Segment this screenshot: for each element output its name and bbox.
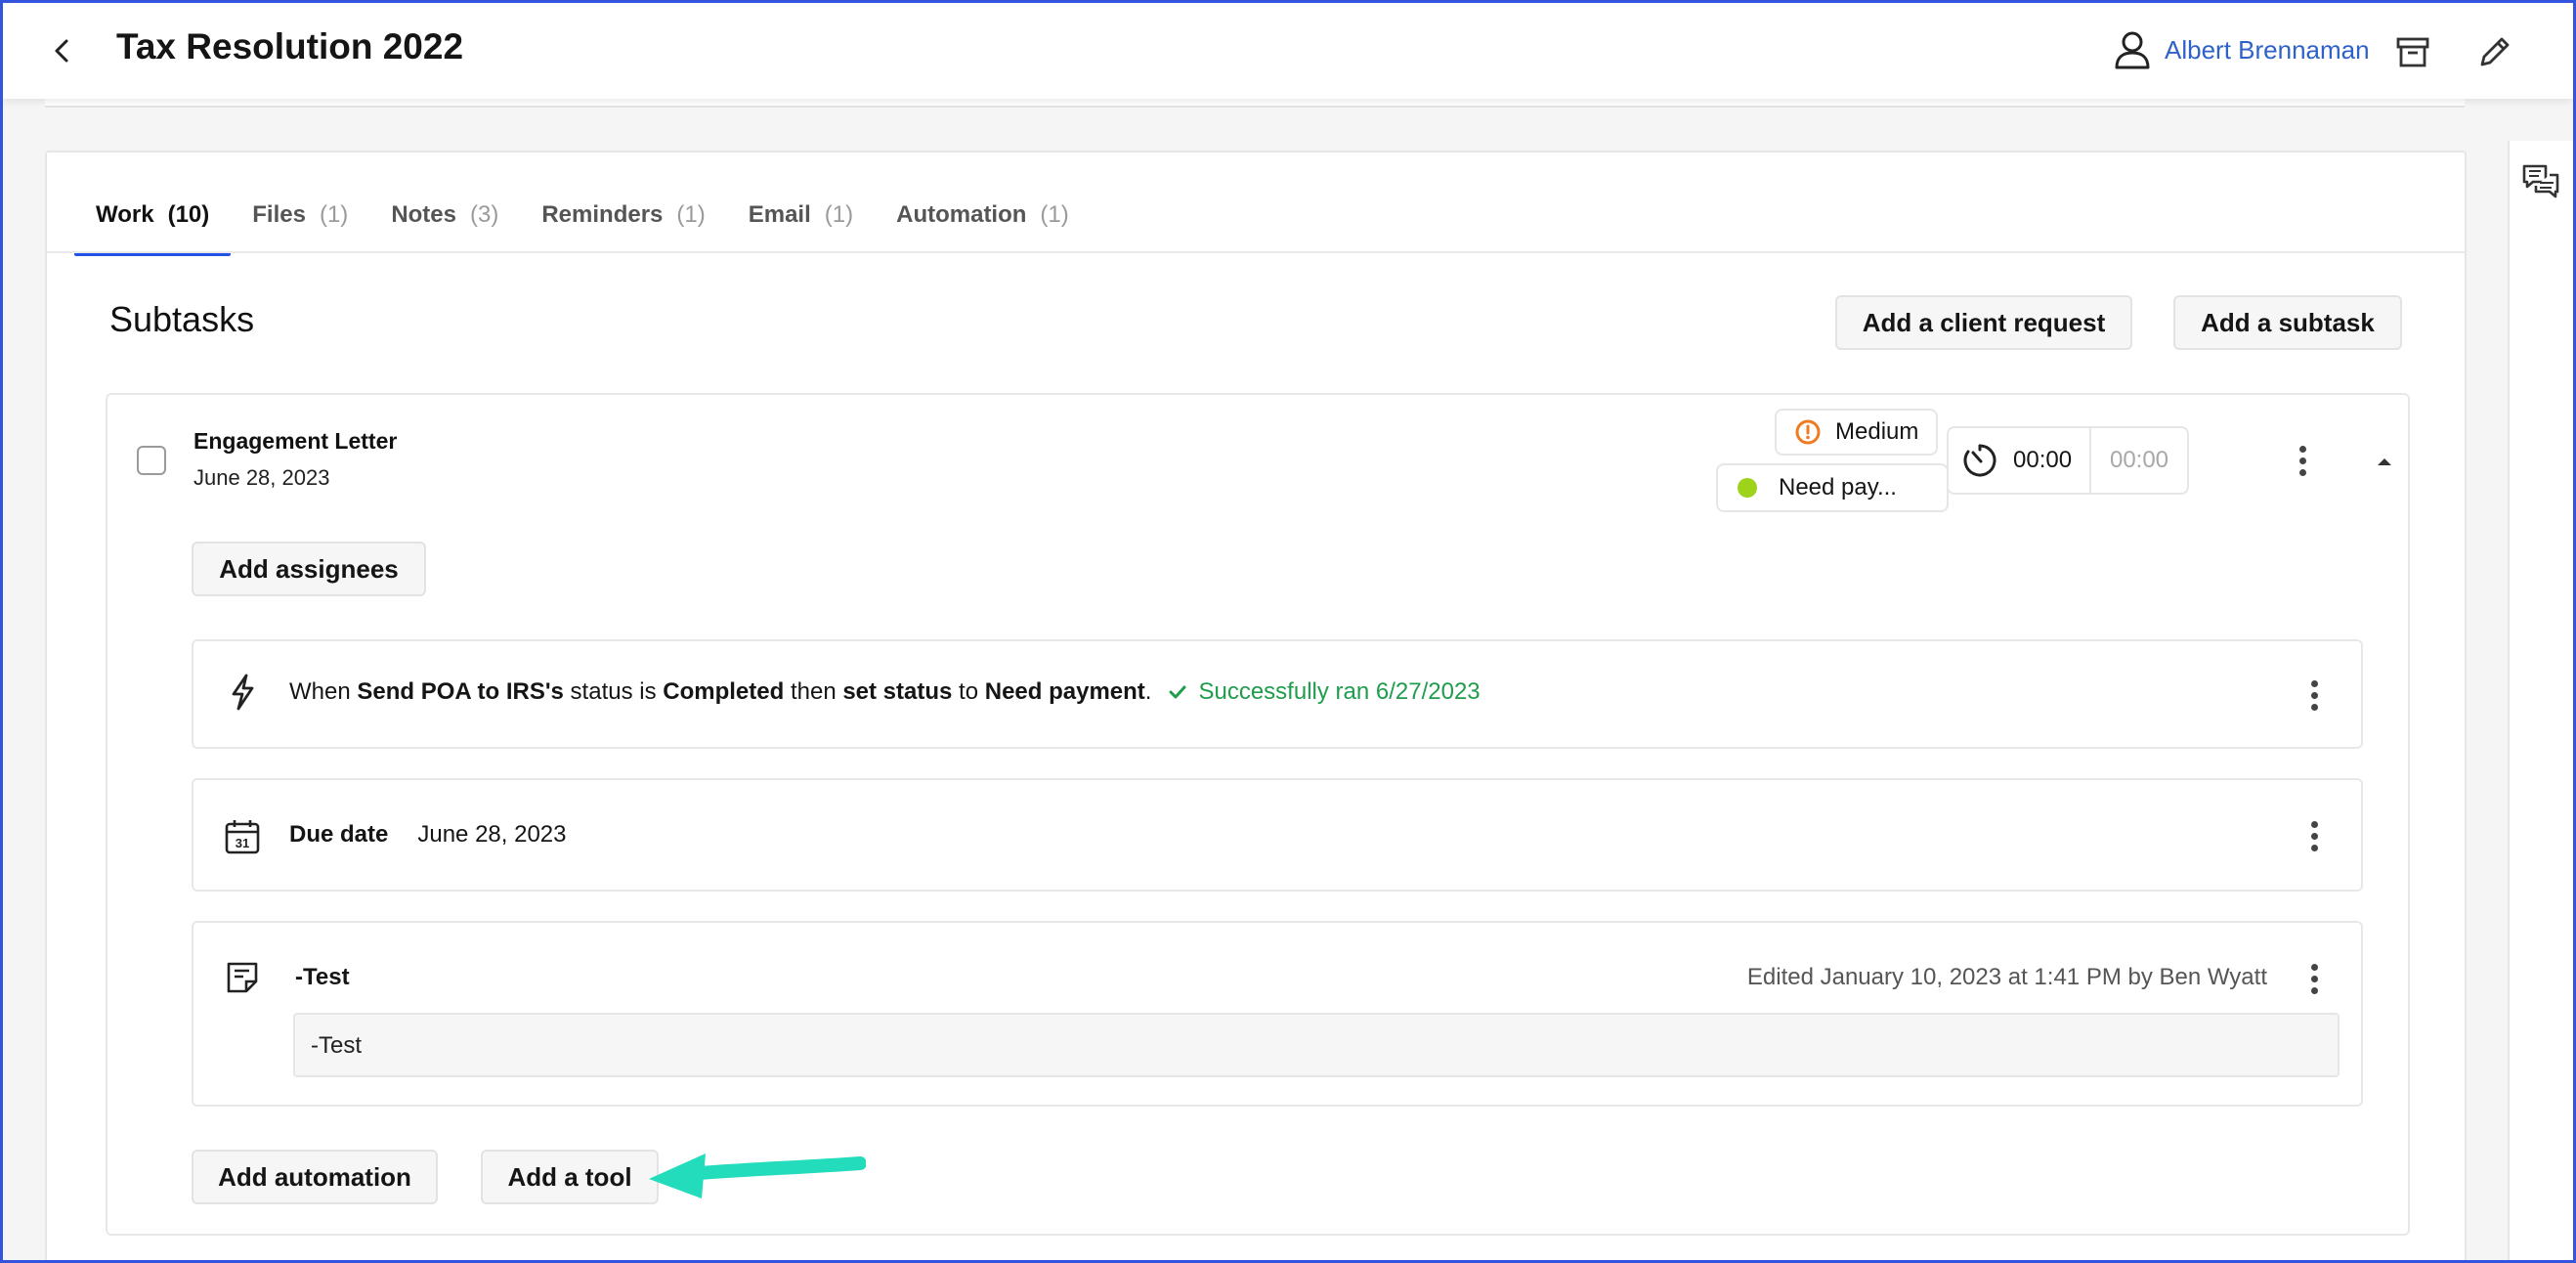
automation-target-status: Need payment bbox=[984, 678, 1145, 705]
stopwatch-icon bbox=[1963, 444, 1996, 477]
automation-success: Successfully ran 6/27/2023 bbox=[1169, 678, 1481, 706]
assignee-link[interactable]: Albert Brennaman bbox=[2114, 30, 2370, 69]
automation-trigger-status: Completed bbox=[663, 678, 785, 705]
comments-button[interactable] bbox=[2519, 160, 2562, 203]
note-title-text: -Test bbox=[295, 964, 350, 990]
tab-divider bbox=[47, 251, 2465, 253]
chevron-left-icon bbox=[55, 39, 68, 63]
tab-count: (1) bbox=[319, 201, 349, 228]
tab-work[interactable]: Work (10) bbox=[74, 201, 232, 256]
comments-icon bbox=[2522, 164, 2559, 198]
tab-count: (1) bbox=[676, 201, 706, 228]
subtask-date: June 28, 2023 bbox=[193, 465, 330, 490]
check-icon bbox=[1169, 685, 1186, 699]
tab-automation[interactable]: Automation (1) bbox=[875, 201, 1091, 252]
time-tracker: 00:00 00:00 bbox=[1947, 426, 2189, 495]
tab-label: Work bbox=[96, 201, 154, 228]
edit-button[interactable] bbox=[2473, 30, 2516, 73]
due-date-more-menu[interactable] bbox=[2297, 811, 2332, 860]
status-label: Need pay... bbox=[1779, 474, 1897, 501]
priority-label: Medium bbox=[1835, 418, 1919, 445]
due-date-row: 31 Due date June 28, 2023 bbox=[192, 778, 2363, 892]
add-tool-button[interactable]: Add a tool bbox=[481, 1150, 659, 1204]
callout-arrow bbox=[649, 1154, 866, 1198]
add-automation-button[interactable]: Add automation bbox=[192, 1150, 438, 1204]
tab-label: Notes bbox=[391, 201, 456, 228]
status-dot bbox=[1738, 478, 1757, 498]
automation-trigger-task: Send POA to IRS's bbox=[357, 678, 564, 705]
warning-icon bbox=[1795, 419, 1821, 445]
note-more-menu[interactable] bbox=[2297, 954, 2332, 1003]
calendar-icon: 31 bbox=[223, 817, 262, 856]
lightning-icon bbox=[223, 673, 262, 712]
comments-panel bbox=[2508, 141, 2576, 1263]
task-card: Work (10) Files (1) Notes (3) Reminders (1) … bbox=[45, 151, 2467, 1263]
tab-label: Email bbox=[748, 201, 811, 228]
tab-label: Files bbox=[252, 201, 306, 228]
top-bar: Tax Resolution 2022 Albert Brennaman bbox=[3, 3, 2573, 99]
automation-text-part: then bbox=[784, 678, 843, 705]
subtask-checkbox[interactable] bbox=[137, 446, 166, 475]
subtask-item: Engagement Letter June 28, 2023 Medium N… bbox=[106, 393, 2410, 1236]
tab-label: Reminders bbox=[541, 201, 664, 228]
add-client-request-button[interactable]: Add a client request bbox=[1835, 295, 2132, 350]
timer-estimate[interactable]: 00:00 bbox=[2091, 428, 2187, 493]
subtask-name: Engagement Letter bbox=[193, 428, 398, 454]
note-title: -Test bbox=[295, 964, 350, 991]
priority-selector[interactable]: Medium bbox=[1775, 409, 1939, 456]
collapse-button[interactable] bbox=[2365, 442, 2404, 481]
due-date-text: Due date June 28, 2023 bbox=[289, 821, 567, 849]
automation-text-part: . bbox=[1144, 678, 1152, 705]
pencil-icon bbox=[2480, 37, 2510, 66]
add-subtask-button[interactable]: Add a subtask bbox=[2173, 295, 2402, 350]
automation-success-text: Successfully ran 6/27/2023 bbox=[1198, 678, 1481, 705]
automation-more-menu[interactable] bbox=[2297, 671, 2332, 719]
automation-text-part: to bbox=[952, 678, 985, 705]
tab-count: (10) bbox=[167, 201, 210, 228]
automation-action: set status bbox=[842, 678, 953, 705]
note-edited-meta: Edited January 10, 2023 at 1:41 PM by Be… bbox=[1746, 964, 2267, 990]
user-icon bbox=[2115, 31, 2150, 69]
timer-start-button[interactable]: 00:00 bbox=[1949, 428, 2091, 493]
caret-up-icon bbox=[2378, 458, 2391, 465]
automation-text: When Send POA to IRS's status is Complet… bbox=[289, 678, 1481, 706]
archive-icon bbox=[2396, 37, 2429, 67]
svg-text:31: 31 bbox=[236, 836, 249, 850]
tab-count: (1) bbox=[1040, 201, 1069, 228]
automation-text-part: status is bbox=[563, 678, 664, 705]
tab-reminders[interactable]: Reminders (1) bbox=[520, 201, 726, 252]
tab-count: (1) bbox=[824, 201, 854, 228]
section-title: Subtasks bbox=[109, 299, 255, 339]
note-row: -Test Edited January 10, 2023 at 1:41 PM… bbox=[192, 921, 2363, 1107]
tab-count: (3) bbox=[470, 201, 499, 228]
page-title: Tax Resolution 2022 bbox=[116, 26, 464, 66]
due-date-value[interactable]: June 28, 2023 bbox=[417, 821, 566, 849]
automation-rule: When Send POA to IRS's status is Complet… bbox=[192, 639, 2363, 749]
status-selector[interactable]: Need pay... bbox=[1716, 463, 1949, 512]
tab-files[interactable]: Files (1) bbox=[231, 201, 369, 252]
tab-notes[interactable]: Notes (3) bbox=[369, 201, 520, 252]
add-assignees-button[interactable]: Add assignees bbox=[192, 542, 426, 596]
tab-bar: Work (10) Files (1) Notes (3) Reminders (1) … bbox=[74, 201, 1091, 256]
note-icon bbox=[223, 958, 262, 997]
archive-button[interactable] bbox=[2391, 30, 2434, 73]
back-button[interactable] bbox=[42, 28, 81, 73]
timer-elapsed: 00:00 bbox=[2013, 447, 2073, 473]
automation-text-part: When bbox=[289, 678, 358, 705]
due-date-label: Due date bbox=[289, 821, 389, 848]
assignee-name: Albert Brennaman bbox=[2165, 34, 2370, 65]
note-body[interactable]: -Test bbox=[293, 1013, 2340, 1077]
subtask-more-menu[interactable] bbox=[2285, 436, 2320, 485]
tab-label: Automation bbox=[896, 201, 1027, 228]
tab-email[interactable]: Email (1) bbox=[727, 201, 875, 252]
